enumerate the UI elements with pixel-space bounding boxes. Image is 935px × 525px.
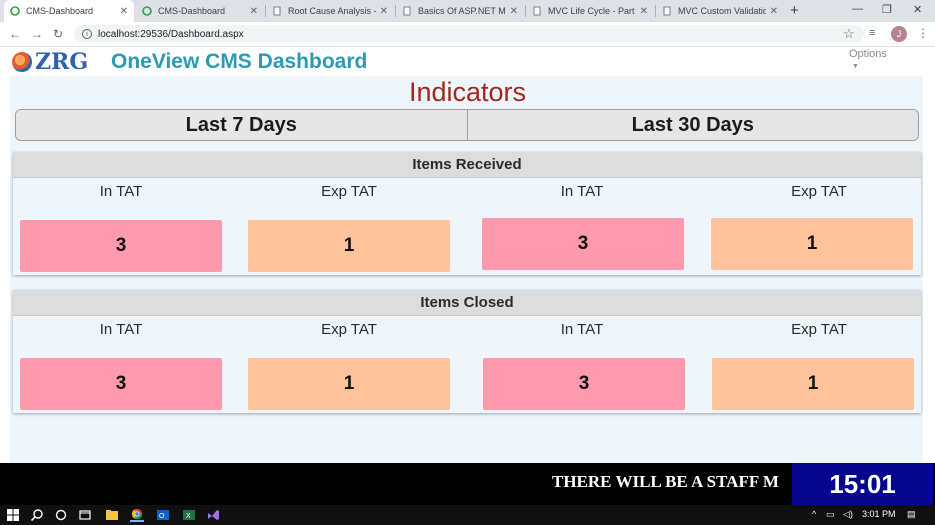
minimize-icon[interactable]: — [852,3,863,15]
in-tat-tile[interactable]: 3 [482,218,684,270]
new-tab-button[interactable]: + [790,2,799,19]
period-selector: Last 7 Days Last 30 Days [15,109,919,141]
close-icon[interactable]: ✕ [510,6,518,17]
exp-tat-label: Exp TAT [321,321,377,338]
exp-tat-tile[interactable]: 1 [248,220,450,272]
in-tat-tile[interactable]: 3 [20,358,222,410]
browser-tab-3[interactable]: Root Cause Analysis - C ✕ [266,0,394,22]
page-title: OneView CMS Dashboard [111,50,368,73]
tab-title: MVC Life Cycle - Part 1 [548,6,636,16]
network-icon[interactable]: ▭ [826,509,835,520]
logo-text: ZRG [35,49,89,75]
in-tat-tile[interactable]: 3 [483,358,685,410]
volume-icon[interactable]: ◁) [843,509,853,520]
taskbar-clock[interactable]: 3:01 PM [862,509,896,519]
excel-icon[interactable]: X [182,508,196,522]
in-tat-label: In TAT [99,321,143,338]
close-icon[interactable]: ✕ [250,6,258,17]
close-icon[interactable]: ✕ [640,6,648,17]
exp-tat-tile[interactable]: 1 [711,218,913,270]
clock-display: 15:01 [792,463,933,505]
chrome-icon[interactable] [130,508,144,522]
ticker-message: THERE WILL BE A STAFF M [552,472,779,491]
doc-icon [533,6,541,16]
cortana-icon[interactable] [54,508,68,522]
dashboard-page: ZRG OneView CMS Dashboard Options ▼ Indi… [0,48,935,463]
doc-icon [663,6,671,16]
svg-text:O: O [159,513,165,520]
address-bar[interactable]: i localhost:29536/Dashboard.aspx [74,25,864,43]
browser-tab-4[interactable]: Basics Of ASP.NET MVC ✕ [396,0,524,22]
search-icon[interactable] [30,508,44,522]
browser-tab-1[interactable]: CMS-Dashboard ✕ [4,0,134,22]
site-icon [142,6,152,16]
tab-title: Basics Of ASP.NET MVC [418,6,506,16]
in-tat-tile[interactable]: 3 [20,220,222,272]
panel-title: Items Received [13,152,921,178]
panel-body: In TAT Exp TAT In TAT Exp TAT 3 1 3 1 [13,178,921,275]
in-tat-label: In TAT [560,183,604,200]
in-tat-label: In TAT [99,183,143,200]
exp-tat-label: Exp TAT [791,183,847,200]
globe-icon [12,52,32,72]
notification-icon[interactable]: ▤ [907,509,916,520]
exp-tat-label: Exp TAT [791,321,847,338]
tab-title: CMS-Dashboard [26,6,94,16]
tab-title: MVC Custom Validation [678,6,766,16]
browser-tab-2[interactable]: CMS-Dashboard ✕ [136,0,264,22]
outlook-icon[interactable]: O [156,508,170,522]
reload-icon[interactable]: ↻ [53,27,63,41]
task-view-icon[interactable] [78,508,92,522]
panel-title: Items Closed [13,290,921,316]
profile-avatar[interactable]: J [891,26,907,42]
info-icon[interactable]: i [82,29,92,39]
tab-title: Root Cause Analysis - C [288,6,376,16]
panel-body: In TAT Exp TAT In TAT Exp TAT 3 1 3 1 [13,316,921,413]
media-queue-icon[interactable]: ≡ [869,27,875,39]
browser-toolbar: ← → ↻ i localhost:29536/Dashboard.aspx ☆… [0,22,935,47]
doc-icon [403,6,411,16]
options-menu[interactable]: Options [849,48,887,60]
doc-icon [273,6,281,16]
windows-taskbar: O X ^ ▭ ◁) 3:01 PM ▤ [0,505,935,525]
tab-title: CMS-Dashboard [158,6,226,16]
period-last-7-days[interactable]: Last 7 Days [16,110,467,140]
visual-studio-icon[interactable] [206,508,220,522]
exp-tat-tile[interactable]: 1 [712,358,914,410]
window-close-icon[interactable]: ✕ [913,3,922,16]
caret-down-icon[interactable]: ▼ [852,63,859,70]
close-icon[interactable]: ✕ [120,6,128,17]
back-icon[interactable]: ← [9,27,21,41]
menu-icon[interactable]: ⋮ [917,26,929,40]
exp-tat-tile[interactable]: 1 [248,358,450,410]
close-icon[interactable]: ✕ [770,6,778,17]
browser-tab-strip: CMS-Dashboard ✕ CMS-Dashboard ✕ Root Cau… [0,0,935,22]
tray-chevron-icon[interactable]: ^ [812,509,816,519]
forward-icon[interactable]: → [31,27,43,41]
announcement-ticker: THERE WILL BE A STAFF M 15:01 [0,463,935,505]
browser-tab-6[interactable]: MVC Custom Validation ✕ [656,0,784,22]
items-received-panel: Items Received In TAT Exp TAT In TAT Exp… [13,152,921,275]
windows-start-icon[interactable] [6,508,20,522]
browser-tab-5[interactable]: MVC Life Cycle - Part 1 ✕ [526,0,654,22]
star-icon[interactable]: ☆ [843,26,855,42]
close-icon[interactable]: ✕ [380,6,388,17]
items-closed-panel: Items Closed In TAT Exp TAT In TAT Exp T… [13,290,921,413]
site-icon [10,6,20,16]
period-last-30-days[interactable]: Last 30 Days [466,110,918,140]
zrg-logo: ZRG [12,49,89,75]
in-tat-label: In TAT [560,321,604,338]
restore-icon[interactable]: ❐ [882,3,892,16]
exp-tat-label: Exp TAT [321,183,377,200]
url-text: localhost:29536/Dashboard.aspx [98,28,244,40]
svg-text:X: X [186,513,191,520]
indicators-heading: Indicators [408,77,527,107]
file-explorer-icon[interactable] [105,508,119,522]
